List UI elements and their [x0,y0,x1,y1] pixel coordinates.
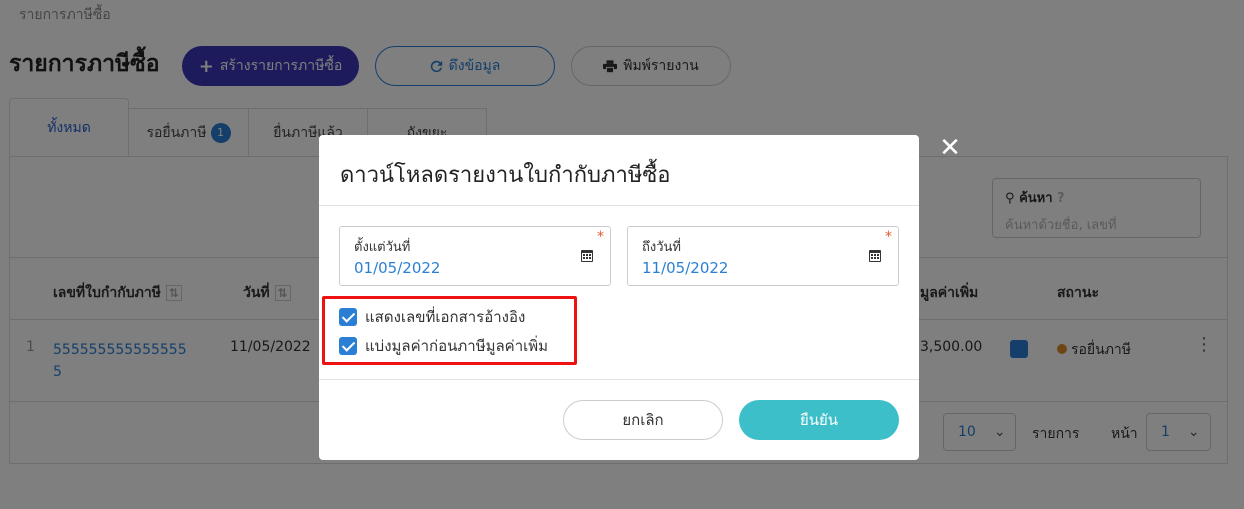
required-mark: * [885,229,892,245]
to-date-input[interactable]: 11/05/2022 [642,259,728,277]
split-vat-label: แบ่งมูลค่าก่อนภาษีมูลค่าเพิ่ม [365,337,549,355]
show-reference-option[interactable]: แสดงเลขที่เอกสารอ้างอิง [339,307,525,327]
show-reference-label: แสดงเลขที่เอกสารอ้างอิง [365,308,526,326]
close-icon[interactable]: ✕ [938,134,962,162]
divider [319,205,919,206]
calendar-icon[interactable] [869,249,881,262]
from-date-label: ตั้งแต่วันที่ [354,240,411,255]
cancel-button[interactable]: ยกเลิก [563,400,723,440]
from-date-field[interactable]: ตั้งแต่วันที่ 01/05/2022 * [339,226,611,286]
confirm-button[interactable]: ยืนยัน [739,400,899,440]
dialog-title: ดาวน์โหลดรายงานใบกำกับภาษีซื้อ [340,163,671,188]
to-date-label: ถึงวันที่ [642,240,681,255]
divider [319,379,919,380]
required-mark: * [597,229,604,245]
split-vat-checkbox[interactable] [339,337,357,355]
calendar-icon[interactable] [581,249,593,262]
to-date-field[interactable]: ถึงวันที่ 11/05/2022 * [627,226,899,286]
from-date-input[interactable]: 01/05/2022 [354,259,440,277]
download-report-dialog: ดาวน์โหลดรายงานใบกำกับภาษีซื้อ ตั้งแต่วั… [319,135,919,460]
split-vat-option[interactable]: แบ่งมูลค่าก่อนภาษีมูลค่าเพิ่ม [339,336,548,356]
show-reference-checkbox[interactable] [339,308,357,326]
